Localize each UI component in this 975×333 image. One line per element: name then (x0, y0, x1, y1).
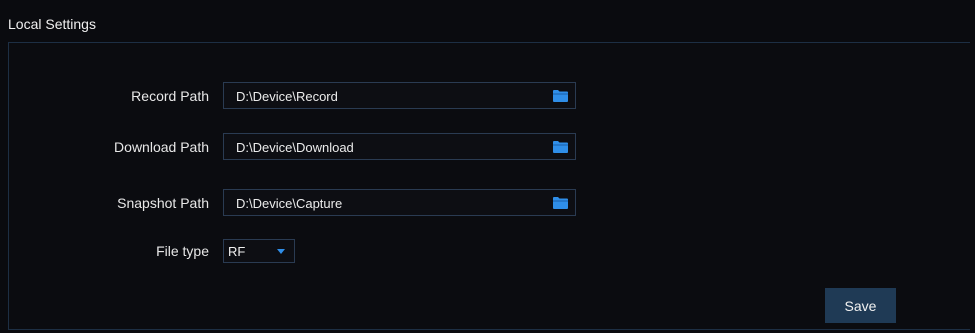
snapshot-path-label: Snapshot Path (117, 195, 209, 211)
folder-icon-svg (553, 141, 568, 153)
file-type-value: RF (228, 244, 246, 259)
file-type-row: File type RF (9, 239, 609, 267)
save-button[interactable]: Save (825, 288, 896, 323)
record-path-row: Record Path D:\Device\Record (9, 82, 609, 110)
folder-icon-svg (553, 90, 568, 102)
folder-icon-svg (553, 197, 568, 209)
page-title: Local Settings (8, 16, 96, 32)
folder-icon[interactable] (553, 196, 568, 209)
download-path-label: Download Path (114, 139, 209, 155)
download-path-field[interactable]: D:\Device\Download (223, 133, 576, 160)
settings-panel: Record Path D:\Device\Record Download Pa… (8, 42, 970, 330)
folder-icon[interactable] (553, 140, 568, 153)
file-type-select[interactable]: RF (223, 239, 295, 263)
snapshot-path-field[interactable]: D:\Device\Capture (223, 189, 576, 216)
file-type-label: File type (156, 243, 209, 259)
local-settings-page: Local Settings Record Path D:\Device\Rec… (0, 0, 975, 333)
folder-icon[interactable] (553, 89, 568, 102)
snapshot-path-row: Snapshot Path D:\Device\Capture (9, 189, 609, 217)
download-path-value: D:\Device\Download (236, 140, 354, 155)
snapshot-path-value: D:\Device\Capture (236, 196, 343, 211)
download-path-row: Download Path D:\Device\Download (9, 133, 609, 161)
record-path-field[interactable]: D:\Device\Record (223, 82, 576, 109)
chevron-down-icon (277, 249, 285, 254)
record-path-label: Record Path (131, 88, 209, 104)
record-path-value: D:\Device\Record (236, 89, 338, 104)
